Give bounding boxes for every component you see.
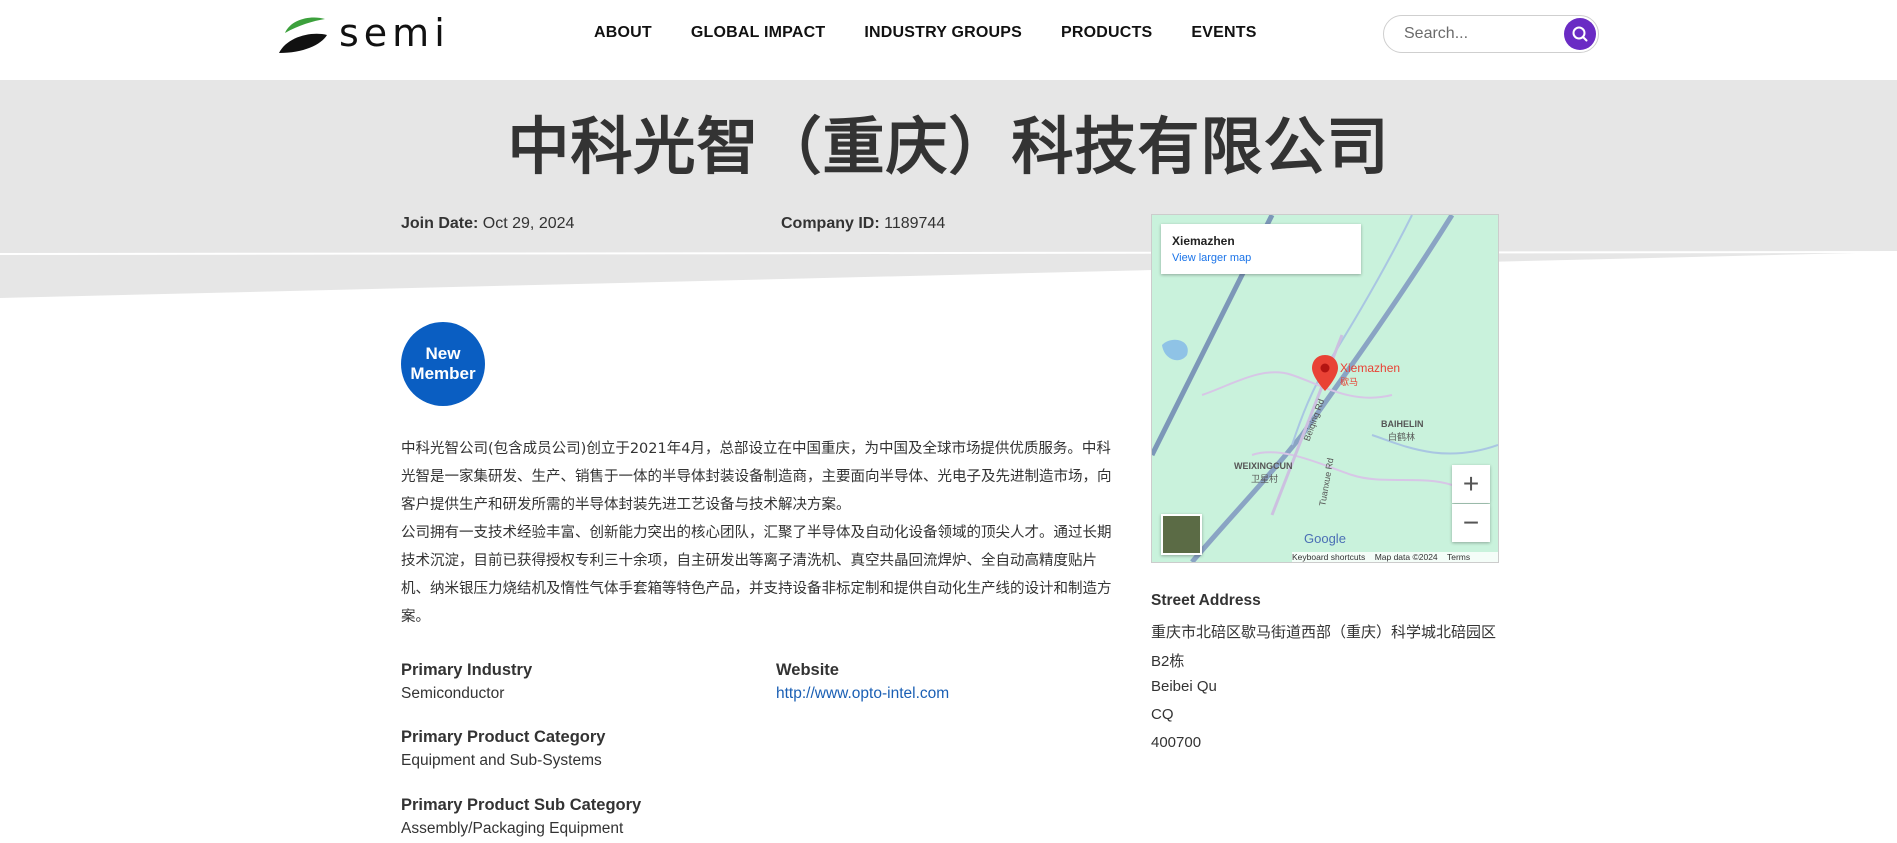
product-category-value: Equipment and Sub-Systems (401, 752, 602, 769)
nav-products[interactable]: PRODUCTS (1061, 24, 1152, 42)
search-box (1383, 15, 1599, 53)
nav-global-impact[interactable]: GLOBAL IMPACT (691, 24, 825, 42)
badge-line-2: Member (410, 364, 476, 383)
website-link[interactable]: http://www.opto-intel.com (776, 685, 949, 702)
map-place-name: Xiemazhen (1172, 234, 1235, 248)
new-member-badge: New Member (401, 322, 485, 406)
company-name-title: 中科光智（重庆）科技有限公司 (507, 110, 1390, 183)
website-label: Website (776, 661, 839, 679)
semi-logo-icon (279, 17, 327, 53)
main-nav: ABOUT GLOBAL IMPACT INDUSTRY GROUPS PROD… (594, 24, 1296, 42)
primary-product-category: Primary Product Category Equipment and S… (401, 726, 605, 772)
semi-logo-text: semi (339, 11, 450, 55)
company-id-label: Company ID: (781, 215, 880, 232)
map-pin-label-cn: 歇马 (1340, 377, 1359, 387)
join-date: Join Date: Oct 29, 2024 (401, 215, 574, 233)
street-address-title: Street Address (1151, 592, 1261, 609)
badge-line-1: New (425, 344, 461, 363)
primary-product-sub-category: Primary Product Sub Category Assembly/Pa… (401, 794, 641, 840)
address-line: 重庆市北碚区歇马街道西部（重庆）科学城北碚园区 (1151, 624, 1497, 641)
search-input[interactable] (1402, 24, 1556, 44)
location-map[interactable]: Xiemazhen View larger map Xiemazhen 歇马 B… (1151, 214, 1499, 563)
address-line: Beibei Qu (1151, 678, 1217, 695)
map-pin-label: Xiemazhen (1340, 361, 1401, 375)
nav-events[interactable]: EVENTS (1191, 24, 1256, 42)
view-larger-map-link[interactable]: View larger map (1172, 252, 1251, 264)
primary-industry-label: Primary Industry (401, 661, 533, 679)
nav-industry-groups[interactable]: INDUSTRY GROUPS (864, 24, 1022, 42)
site-header: semi ABOUT GLOBAL IMPACT INDUSTRY GROUPS… (0, 0, 1897, 80)
product-subcategory-label: Primary Product Sub Category (401, 796, 642, 814)
company-id: Company ID: 1189744 (781, 215, 945, 233)
search-button[interactable] (1564, 18, 1596, 50)
primary-industry-value: Semiconductor (401, 685, 505, 702)
join-date-label: Join Date: (401, 215, 479, 232)
search-icon (1572, 26, 1588, 42)
website: Website http://www.opto-intel.com (776, 659, 949, 705)
zoom-out-button[interactable]: − (1452, 504, 1490, 542)
primary-industry: Primary Industry Semiconductor (401, 659, 532, 705)
address-line: B2栋 (1151, 653, 1185, 670)
product-category-label: Primary Product Category (401, 728, 606, 746)
semi-logo[interactable]: semi (277, 11, 452, 57)
map-area-baihelin: BAIHELIN (1381, 419, 1424, 429)
address-line: CQ (1151, 706, 1174, 723)
satellite-view-toggle[interactable] (1161, 514, 1202, 555)
company-description: 中科光智公司(包含成员公司)创立于2021年4月，总部设立在中国重庆，为中国及全… (401, 435, 1123, 631)
description-paragraph: 中科光智公司(包含成员公司)创立于2021年4月，总部设立在中国重庆，为中国及全… (401, 441, 1112, 513)
product-subcategory-value: Assembly/Packaging Equipment (401, 820, 624, 837)
map-area-baihelin-cn: 白鹤林 (1388, 432, 1416, 442)
map-data-attribution: Map data ©2024 (1374, 552, 1438, 562)
google-logo: Google (1304, 531, 1346, 546)
map-pin-icon[interactable] (1312, 355, 1338, 391)
company-id-value: 1189744 (884, 215, 946, 232)
map-area-weixingcun: WEIXINGCUN (1234, 461, 1293, 471)
map-footer: Keyboard shortcuts Map data ©2024 Terms (1292, 552, 1498, 562)
nav-about[interactable]: ABOUT (594, 24, 652, 42)
map-info-card: Xiemazhen View larger map (1161, 224, 1361, 274)
map-terms-link[interactable]: Terms (1447, 552, 1470, 562)
description-paragraph: 公司拥有一支技术经验丰富、创新能力突出的核心团队，汇聚了半导体及自动化设备领域的… (401, 525, 1112, 625)
address-line: 400700 (1151, 734, 1202, 751)
zoom-in-button[interactable]: + (1452, 465, 1490, 503)
map-area-weixingcun-cn: 卫星村 (1251, 474, 1279, 484)
keyboard-shortcuts-link[interactable]: Keyboard shortcuts (1292, 552, 1365, 562)
join-date-value: Oct 29, 2024 (482, 215, 575, 232)
